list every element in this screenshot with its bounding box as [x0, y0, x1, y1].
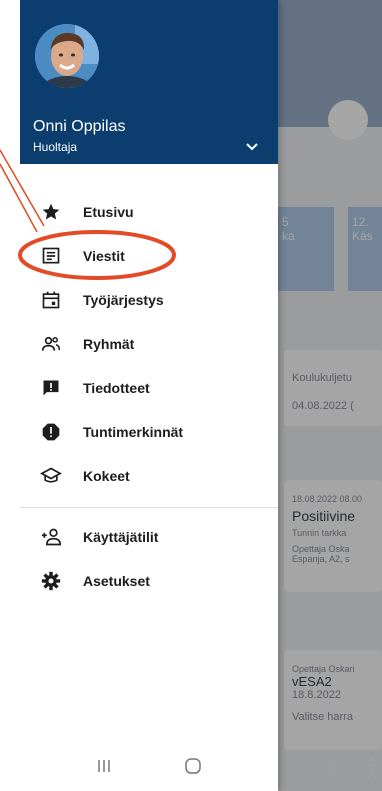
menu-item-label: Tuntimerkinnät: [83, 424, 184, 440]
menu-item-label: Käyttäjätilit: [83, 529, 159, 545]
menu-item-kayttajatilit[interactable]: Käyttäjätilit: [20, 515, 278, 559]
user-name: Onni Oppilas: [33, 118, 126, 135]
alert-icon: [40, 421, 62, 443]
menu-item-tiedotteet[interactable]: Tiedotteet: [20, 366, 278, 410]
drawer-menu: Etusivu Viestit Työjärjestys Ryhmät Tied…: [20, 190, 278, 603]
message-icon: [40, 245, 62, 267]
menu-item-label: Ryhmät: [83, 336, 135, 352]
background-navbar: [302, 750, 382, 790]
menu-item-kokeet[interactable]: Kokeet: [20, 454, 278, 498]
announcement-icon: [40, 377, 62, 399]
menu-item-label: Kokeet: [83, 468, 130, 484]
group-icon: [40, 333, 62, 355]
avatar[interactable]: [35, 24, 99, 88]
chevron-down-icon[interactable]: [242, 137, 262, 157]
menu-item-viestit[interactable]: Viestit: [20, 234, 278, 278]
menu-divider: [20, 507, 278, 508]
drawer-header[interactable]: Onni Oppilas Huoltaja: [20, 0, 278, 164]
menu-item-label: Etusivu: [83, 204, 134, 220]
menu-item-label: Tiedotteet: [83, 380, 150, 396]
menu-item-label: Asetukset: [83, 573, 150, 589]
gear-icon: [40, 570, 62, 592]
user-role: Huoltaja: [33, 140, 78, 154]
menu-item-tyojarjestys[interactable]: Työjärjestys: [20, 278, 278, 322]
menu-item-tuntimerkinnat[interactable]: Tuntimerkinnät: [20, 410, 278, 454]
menu-item-etusivu[interactable]: Etusivu: [20, 190, 278, 234]
recent-apps-icon[interactable]: [96, 758, 112, 779]
system-navigation-bar: [20, 745, 278, 791]
menu-item-ryhmat[interactable]: Ryhmät: [20, 322, 278, 366]
graduation-cap-icon: [40, 465, 62, 487]
menu-item-label: Työjärjestys: [83, 292, 164, 308]
add-user-icon: [40, 526, 62, 548]
avatar-image: [35, 24, 99, 88]
home-icon[interactable]: [184, 757, 202, 780]
app-frame: 5 ka 12. Käs Koulukuljetu 04.08.2022 ( 1…: [20, 0, 382, 791]
menu-item-asetukset[interactable]: Asetukset: [20, 559, 278, 603]
calendar-icon: [40, 289, 62, 311]
navigation-drawer: Onni Oppilas Huoltaja Etusivu Viestit Ty…: [20, 0, 278, 791]
star-icon: [40, 201, 62, 223]
menu-item-label: Viestit: [83, 248, 125, 264]
